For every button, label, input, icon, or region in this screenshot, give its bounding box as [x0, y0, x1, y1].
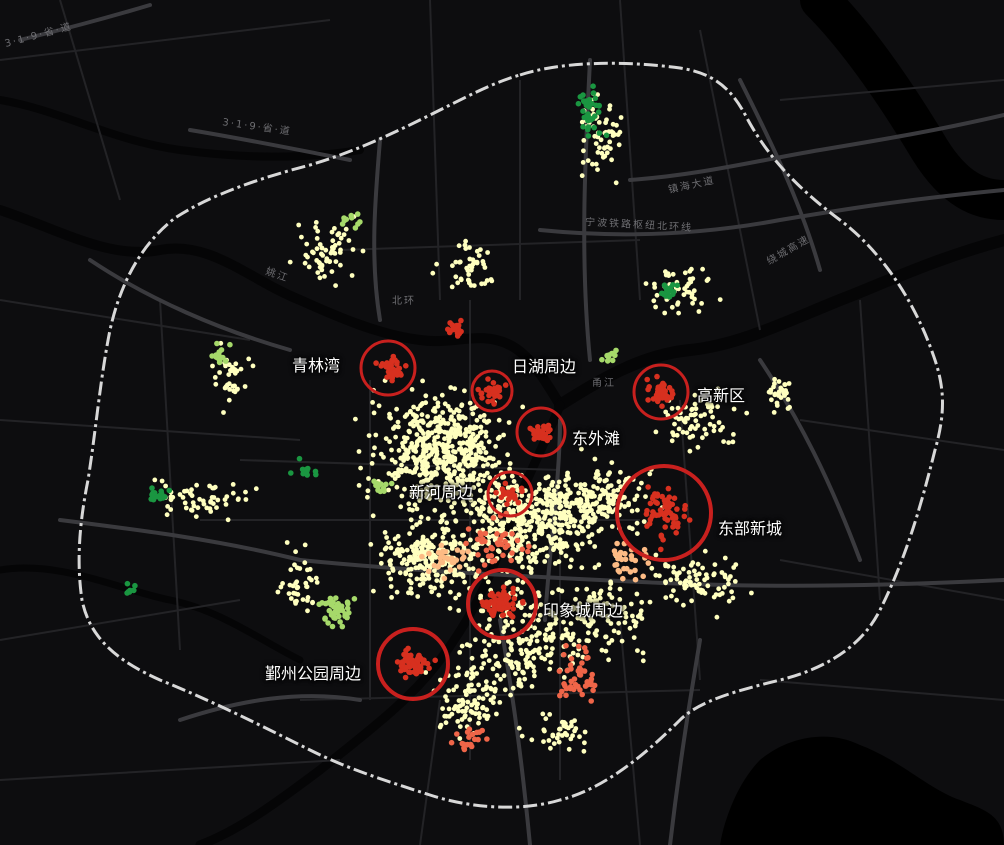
hotspot-label-qinglinwan: 青林湾	[292, 356, 341, 375]
hotspot-circle-yinxiangcheng[interactable]	[466, 568, 538, 640]
hotspot-label-dongbuxincheng: 东部新城	[718, 519, 783, 538]
hotspot-label-gaoxinqu: 高新区	[697, 386, 746, 405]
hotspot-circle-qinglinwan[interactable]	[359, 339, 417, 397]
hotspot-label-xinhe: 新河周边	[409, 483, 474, 502]
road-label-beihuan: 北环	[392, 296, 416, 307]
hotspot-circle-yinzhou-park[interactable]	[376, 627, 450, 701]
hotspot-label-yinxiangcheng: 印象城周边	[543, 601, 624, 620]
hotspot-circle-dongwaitan[interactable]	[515, 406, 567, 458]
map-canvas[interactable]: 3·1·9·省·道 3·1·9·省·道 宁波铁路枢纽北环线 绕城高速 甬江 姚江…	[0, 0, 1004, 845]
hotspot-label-dongwaitan: 东外滩	[572, 429, 621, 448]
hotspot-label-yinzhou-park: 鄞州公园周边	[265, 664, 362, 683]
hotspot-circle-gaoxinqu[interactable]	[632, 363, 690, 421]
road-label-yongjiang: 甬江	[592, 378, 616, 389]
hotspot-circle-rihu[interactable]	[470, 369, 514, 413]
hotspot-layer	[359, 339, 713, 701]
hotspot-label-rihu: 日湖周边	[512, 357, 577, 376]
hotspot-circle-dongbuxincheng[interactable]	[615, 464, 713, 562]
hotspot-circle-xinhe[interactable]	[486, 470, 534, 518]
